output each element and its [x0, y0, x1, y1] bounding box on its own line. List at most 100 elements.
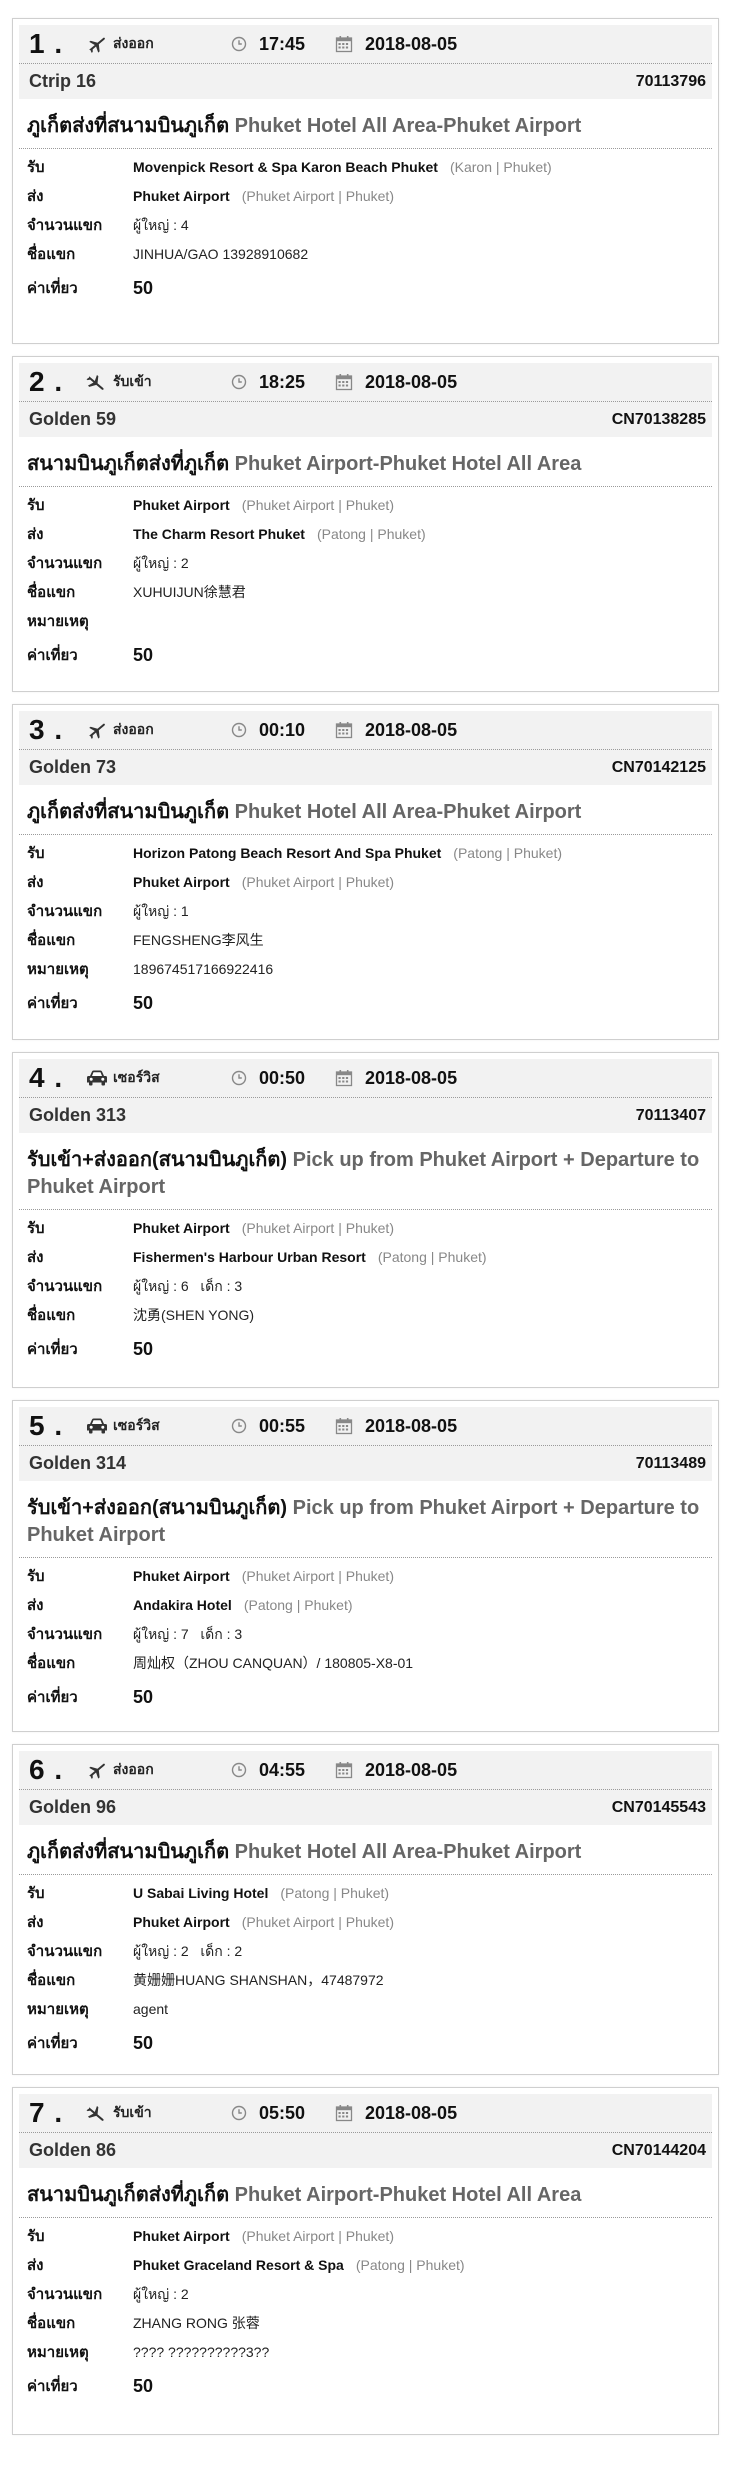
detail-row: ชื่อแขก FENGSHENG李风生	[27, 928, 712, 957]
detail-value: U Sabai Living Hotel (Patong | Phuket)	[133, 1885, 389, 1901]
detail-value-main: ผู้ใหญ่ : 7 เด็ก : 3	[133, 1626, 243, 1642]
detail-value: Andakira Hotel (Patong | Phuket)	[133, 1597, 353, 1613]
pickup-time: 00:55	[259, 1415, 306, 1436]
job-card-7[interactable]: 7 . รับเข้า 05:50 2018-08-05 Golden 86 C…	[12, 2087, 719, 2435]
calendar-icon	[335, 1070, 353, 1087]
detail-row: จำนวนแขก ผู้ใหญ่ : 6 เด็ก : 3	[27, 1274, 712, 1303]
job-card-3[interactable]: 3 . ส่งออก 00:10 2018-08-05 Golden 73 CN…	[12, 704, 719, 1040]
detail-row: ส่ง The Charm Resort Phuket (Patong | Phuk…	[27, 522, 712, 551]
detail-value-main: Phuket Airport	[133, 2228, 230, 2244]
job-card-body: 2 . รับเข้า 18:25 2018-08-05 Golden 59 C…	[19, 363, 712, 678]
fare-label: ค่าเที่ยว	[27, 1689, 78, 1706]
detail-row: ส่ง Phuket Airport (Phuket Airport | Phuke…	[27, 184, 712, 213]
detail-value: The Charm Resort Phuket (Patong | Phuket)	[133, 526, 426, 542]
job-card-5[interactable]: 5 . เซอร์วิส 00:55 2018-08-05 Golden 314…	[12, 1400, 719, 1732]
driver-name: Golden 73	[29, 757, 117, 777]
detail-row: จำนวนแขก ผู้ใหญ่ : 7 เด็ก : 3	[27, 1622, 712, 1651]
detail-value-main: JINHUA/GAO 13928910682	[133, 246, 309, 262]
car-icon	[85, 1415, 107, 1437]
clock-icon	[231, 722, 247, 738]
job-card-4[interactable]: 4 . เซอร์วิส 00:50 2018-08-05 Golden 313…	[12, 1052, 719, 1388]
detail-value: ผู้ใหญ่ : 2	[133, 553, 189, 575]
detail-label: หมายเหตุ	[27, 2001, 89, 2018]
detail-value: 189674517166922416	[133, 961, 273, 977]
route-title: รับเข้า+ส่งออก(สนามบินภูเก็ต) Pick up fr…	[19, 1491, 712, 1558]
job-card-2[interactable]: 2 . รับเข้า 18:25 2018-08-05 Golden 59 C…	[12, 356, 719, 692]
detail-value-main: Phuket Airport	[133, 1914, 230, 1930]
detail-label: หมายเหตุ	[27, 961, 89, 978]
detail-label: หมายเหตุ	[27, 613, 89, 630]
pickup-time: 04:55	[259, 1759, 306, 1780]
detail-row: จำนวนแขก ผู้ใหญ่ : 2	[27, 551, 712, 580]
service-type: ส่งออก	[113, 35, 154, 51]
job-details: รับ Phuket Airport (Phuket Airport | Phuke…	[19, 487, 712, 678]
detail-label: ส่ง	[27, 1914, 44, 1931]
job-card-1[interactable]: 1 . ส่งออก 17:45 2018-08-05 Ctrip 16 701…	[12, 18, 719, 344]
route-title-thai: รับเข้า+ส่งออก(สนามบินภูเก็ต)	[27, 1149, 288, 1171]
detail-row: ชื่อแขก ZHANG RONG 张蓉	[27, 2311, 712, 2340]
job-header: 5 . เซอร์วิส 00:55 2018-08-05	[19, 1407, 712, 1445]
detail-row: ชื่อแขก JINHUA/GAO 13928910682	[27, 242, 712, 271]
service-type: เซอร์วิส	[113, 1069, 160, 1085]
driver-name: Golden 86	[29, 2140, 117, 2160]
detail-value-location: (Patong | Phuket)	[280, 1885, 390, 1901]
detail-row: รับ Phuket Airport (Phuket Airport | Phuke…	[27, 1564, 712, 1593]
detail-value-location: (Patong | Phuket)	[377, 1249, 487, 1265]
job-subheader: Golden 73 CN70142125	[19, 749, 712, 785]
detail-value-location: (Karon | Phuket)	[449, 159, 552, 175]
detail-row: รับ Phuket Airport (Phuket Airport | Phuke…	[27, 493, 712, 522]
detail-value-main: Phuket Airport	[133, 1568, 230, 1584]
job-subheader: Golden 314 70113489	[19, 1445, 712, 1481]
route-title-english: Phuket Airport-Phuket Hotel All Area	[234, 2184, 582, 2206]
pickup-time: 00:10	[259, 719, 306, 740]
detail-row: หมายเหตุ	[27, 609, 712, 638]
service-type: ส่งออก	[113, 1761, 154, 1777]
fare-amount: 50	[133, 1338, 154, 1359]
service-type: รับเข้า	[113, 373, 152, 389]
job-card-6[interactable]: 6 . ส่งออก 04:55 2018-08-05 Golden 96 CN…	[12, 1744, 719, 2075]
route-title: ภูเก็ตส่งที่สนามบินภูเก็ต Phuket Hotel A…	[19, 795, 712, 835]
detail-row: ชื่อแขก 周灿权（ZHOU CANQUAN）/ 180805-X8-01	[27, 1651, 712, 1680]
detail-value-main: 黄姗姗HUANG SHANSHAN，47487972	[133, 1972, 384, 1988]
detail-value-main: ???? ??????????3??	[133, 2344, 270, 2360]
detail-label: รับ	[27, 497, 45, 514]
detail-label: ส่ง	[27, 526, 44, 543]
job-number: 4 .	[29, 1062, 64, 1093]
job-list: 1 . ส่งออก 17:45 2018-08-05 Ctrip 16 701…	[0, 0, 731, 2435]
fare-label: ค่าเที่ยว	[27, 2378, 78, 2395]
detail-value-main: Movenpick Resort & Spa Karon Beach Phuke…	[133, 159, 438, 175]
driver-name: Ctrip 16	[29, 71, 97, 91]
booking-code: CN70138285	[611, 410, 706, 428]
detail-value: JINHUA/GAO 13928910682	[133, 246, 308, 262]
plane-departure-icon	[85, 1759, 107, 1781]
driver-name: Golden 313	[29, 1105, 127, 1125]
detail-value-main: Phuket Graceland Resort & Spa	[133, 2257, 344, 2273]
pickup-date: 2018-08-05	[365, 1067, 458, 1088]
calendar-icon	[335, 1762, 353, 1779]
route-title-thai: ภูเก็ตส่งที่สนามบินภูเก็ต	[27, 115, 230, 137]
detail-label: ชื่อแขก	[27, 246, 76, 263]
detail-value-main: ผู้ใหญ่ : 1	[133, 903, 189, 919]
detail-value: Fishermen's Harbour Urban Resort (Patong …	[133, 1249, 487, 1265]
detail-row: จำนวนแขก ผู้ใหญ่ : 4	[27, 213, 712, 242]
detail-value-main: Phuket Airport	[133, 188, 230, 204]
job-card-body: 6 . ส่งออก 04:55 2018-08-05 Golden 96 CN…	[19, 1751, 712, 2066]
detail-value-location: (Patong | Phuket)	[453, 845, 562, 861]
detail-value-location: (Phuket Airport | Phuket)	[241, 874, 394, 890]
calendar-icon	[335, 2105, 353, 2122]
booking-code: CN70144204	[611, 2141, 706, 2159]
job-subheader: Golden 313 70113407	[19, 1097, 712, 1133]
plane-arrival-icon	[85, 371, 107, 393]
clock-icon	[231, 1762, 247, 1778]
detail-value-main: The Charm Resort Phuket	[133, 526, 305, 542]
detail-label: ชื่อแขก	[27, 1972, 76, 1989]
fare-amount: 50	[133, 992, 154, 1013]
job-number: 2 .	[29, 366, 64, 397]
fare-row: ค่าเที่ยว 50	[27, 2369, 712, 2403]
clock-icon	[231, 1418, 247, 1434]
detail-label: จำนวนแขก	[27, 555, 103, 572]
job-details: รับ Phuket Airport (Phuket Airport | Phuke…	[19, 2218, 712, 2409]
detail-label: รับ	[27, 1885, 45, 1902]
detail-value-main: 189674517166922416	[133, 961, 274, 977]
job-number: 5 .	[29, 1410, 64, 1441]
